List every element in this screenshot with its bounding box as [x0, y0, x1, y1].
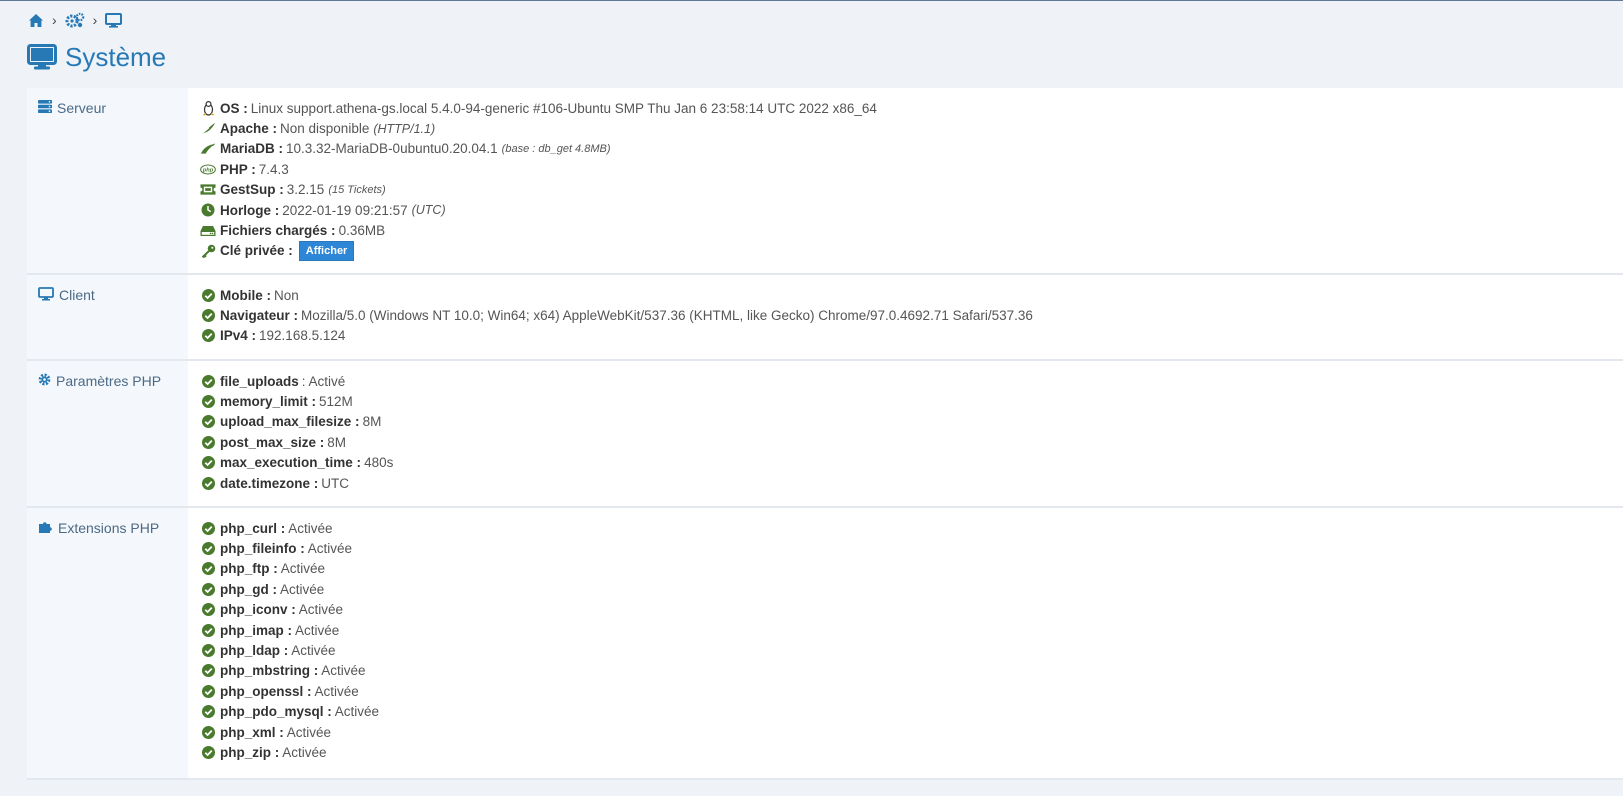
- list-item: php_zip : Activée: [200, 742, 1623, 762]
- check-circle-icon: [200, 288, 216, 302]
- check-circle-icon: [200, 374, 216, 388]
- desktop-icon: [38, 287, 54, 301]
- check-circle-icon: [200, 623, 216, 637]
- php-params-section-title: Paramètres PHP: [56, 373, 162, 389]
- cog-icon: [38, 373, 51, 386]
- check-circle-icon: [200, 435, 216, 449]
- php-extensions-section-title: Extensions PHP: [58, 520, 160, 536]
- check-circle-icon: [200, 542, 216, 556]
- php-icon: php: [200, 164, 216, 175]
- system-info-panel: Serveur OS : Linux support.athena-gs.loca…: [27, 88, 1623, 780]
- list-item: memory_limit :512M: [200, 391, 1623, 411]
- list-item: php PHP :7.4.3: [200, 159, 1623, 179]
- php-extensions-section-header: Extensions PHP: [27, 508, 188, 778]
- list-item: IPv4 :192.168.5.124: [200, 326, 1623, 346]
- php-extensions-section: Extensions PHP php_curl : Activée php_file…: [27, 508, 1623, 780]
- cogs-icon[interactable]: [65, 12, 85, 28]
- list-item: php_openssl : Activée: [200, 681, 1623, 701]
- list-item: Horloge :2022-01-19 09:21:57 (UTC): [200, 200, 1623, 220]
- php-params-section: Paramètres PHP file_uploads: Activé memo…: [27, 361, 1623, 508]
- check-circle-icon: [200, 603, 216, 617]
- server-section: Serveur OS : Linux support.athena-gs.loca…: [27, 88, 1623, 275]
- server-section-body: OS : Linux support.athena-gs.local 5.4.0-…: [188, 88, 1623, 273]
- server-section-header: Serveur: [27, 88, 188, 273]
- home-icon[interactable]: [28, 13, 44, 28]
- check-circle-icon: [200, 582, 216, 596]
- list-item: php_ldap : Activée: [200, 640, 1623, 660]
- check-circle-icon: [200, 329, 216, 343]
- check-circle-icon: [200, 415, 216, 429]
- list-item: php_mbstring : Activée: [200, 661, 1623, 681]
- list-item: php_iconv : Activée: [200, 600, 1623, 620]
- list-item: upload_max_filesize :8M: [200, 412, 1623, 432]
- desktop-icon[interactable]: [105, 12, 123, 28]
- check-circle-icon: [200, 395, 216, 409]
- client-section-title: Client: [59, 287, 95, 303]
- list-item: GestSup :3.2.15 (15 Tickets): [200, 180, 1623, 200]
- list-item: php_pdo_mysql : Activée: [200, 702, 1623, 722]
- list-item: Fichiers chargés :0.36MB: [200, 220, 1623, 240]
- list-item: OS : Linux support.athena-gs.local 5.4.0-…: [200, 98, 1623, 118]
- list-item: php_fileinfo : Activée: [200, 538, 1623, 558]
- list-item: php_xml : Activée: [200, 722, 1623, 742]
- page-title: Système: [27, 39, 166, 75]
- hdd-icon: [200, 225, 216, 237]
- puzzle-icon: [38, 520, 53, 534]
- list-item: Mobile : Non: [200, 285, 1623, 305]
- check-circle-icon: [200, 684, 216, 698]
- dolphin-icon: [200, 142, 216, 155]
- clock-icon: [200, 203, 216, 217]
- key-icon: [200, 244, 216, 258]
- desktop-icon: [27, 43, 57, 71]
- check-circle-icon: [200, 644, 216, 658]
- check-circle-icon: [200, 521, 216, 535]
- php-extensions-section-body: php_curl : Activée php_fileinfo : Activée ph…: [188, 508, 1623, 778]
- check-circle-icon: [200, 476, 216, 490]
- check-circle-icon: [200, 745, 216, 759]
- list-item: Apache : Non disponible (HTTP/1.1): [200, 118, 1623, 138]
- check-circle-icon: [200, 725, 216, 739]
- check-circle-icon: [200, 456, 216, 470]
- server-section-title: Serveur: [57, 100, 107, 116]
- check-circle-icon: [200, 309, 216, 323]
- check-circle-icon: [200, 664, 216, 678]
- feather-icon: [200, 122, 216, 135]
- client-section-body: Mobile : Non Navigateur : Mozilla/5.0 (Win…: [188, 275, 1623, 359]
- list-item: max_execution_time :480s: [200, 453, 1623, 473]
- list-item: MariaDB :10.3.32-MariaDB-0ubuntu0.20.04.…: [200, 139, 1623, 159]
- server-icon: [38, 100, 52, 113]
- client-section: Client Mobile : Non Navigateur : Mozilla/5…: [27, 275, 1623, 361]
- page-title-text: Système: [65, 41, 167, 72]
- list-item: php_ftp : Activée: [200, 559, 1623, 579]
- check-circle-icon: [200, 562, 216, 576]
- list-item: php_gd : Activée: [200, 579, 1623, 599]
- breadcrumb-separator: ›: [92, 12, 98, 28]
- list-item: Clé privée : Afficher: [200, 240, 1623, 261]
- client-section-header: Client: [27, 275, 188, 359]
- php-params-section-body: file_uploads: Activé memory_limit :512M …: [188, 361, 1623, 506]
- svg-text:php: php: [202, 167, 214, 173]
- list-item: file_uploads: Activé: [200, 371, 1623, 391]
- list-item: date.timezone : UTC: [200, 473, 1623, 493]
- breadcrumb-separator: ›: [52, 12, 57, 28]
- list-item: php_imap : Activée: [200, 620, 1623, 640]
- linux-icon: [200, 100, 216, 116]
- check-circle-icon: [200, 705, 216, 719]
- list-item: Navigateur : Mozilla/5.0 (Windows NT 10.0…: [200, 305, 1623, 325]
- php-params-section-header: Paramètres PHP: [27, 361, 188, 506]
- breadcrumb: › ›: [28, 11, 123, 29]
- list-item: php_curl : Activée: [200, 518, 1623, 538]
- show-private-key-button[interactable]: Afficher: [298, 240, 355, 261]
- ticket-icon: [200, 183, 216, 196]
- list-item: post_max_size :8M: [200, 432, 1623, 452]
